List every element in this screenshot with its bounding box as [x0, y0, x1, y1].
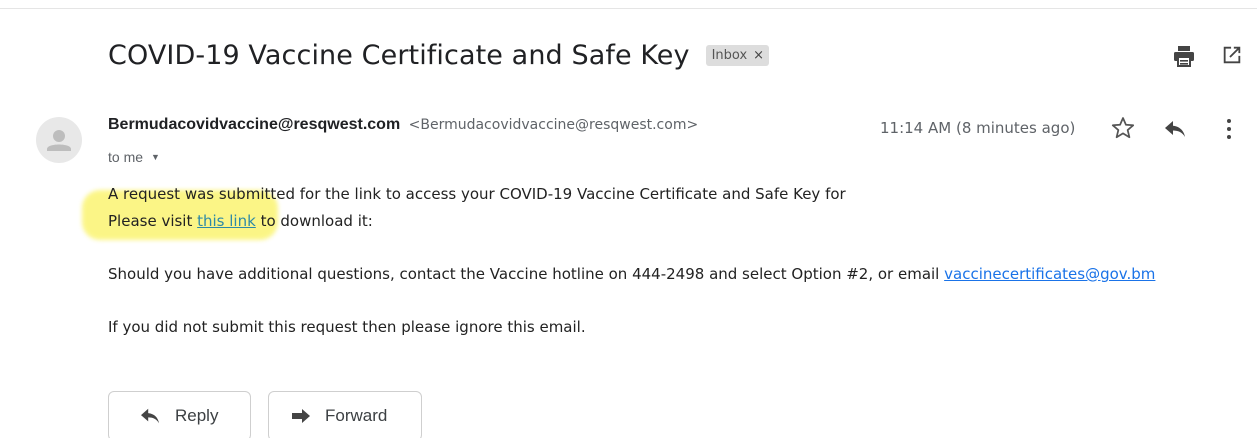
print-icon[interactable]	[1172, 44, 1196, 68]
forward-button-label: Forward	[325, 406, 388, 425]
contact-email-link[interactable]: vaccinecertificates@gov.bm	[944, 265, 1155, 283]
body-line-4: If you did not submit this request then …	[108, 318, 586, 336]
more-vertical-icon[interactable]	[1225, 117, 1233, 141]
sender-line: Bermudacovidvaccine@resqwest.com <Bermud…	[108, 116, 698, 134]
email-view: COVID-19 Vaccine Certificate and Safe Ke…	[0, 0, 1257, 438]
inbox-label-chip[interactable]: Inbox ×	[705, 45, 770, 66]
body-line-3: Should you have additional questions, co…	[108, 265, 1155, 283]
download-link[interactable]: this link	[197, 212, 256, 230]
body-line-2: Please visit this link to download it:	[108, 212, 373, 230]
forward-button[interactable]: Forward	[268, 391, 422, 438]
body-line-2-suffix: to download it:	[255, 212, 373, 230]
reply-button-label: Reply	[175, 406, 219, 425]
email-timestamp: 11:14 AM (8 minutes ago)	[880, 119, 1076, 137]
subject-row: COVID-19 Vaccine Certificate and Safe Ke…	[108, 40, 770, 71]
chevron-down-icon[interactable]: ▼	[151, 152, 160, 162]
body-line-3-prefix: Should you have additional questions, co…	[108, 265, 945, 283]
reply-icon[interactable]	[1163, 118, 1187, 140]
top-divider	[0, 8, 1257, 9]
sender-email: <Bermudacovidvaccine@resqwest.com>	[408, 117, 699, 133]
body-line-2-prefix: Please visit	[108, 212, 198, 230]
open-in-new-window-icon[interactable]	[1221, 44, 1243, 66]
recipient-text: to me	[108, 149, 144, 165]
remove-label-icon[interactable]: ×	[753, 48, 764, 63]
sender-avatar[interactable]	[36, 117, 82, 163]
body-line-1: A request was submitted for the link to …	[108, 185, 846, 203]
forward-icon	[292, 409, 310, 423]
label-text: Inbox	[711, 48, 748, 63]
recipient-line[interactable]: to me ▼	[108, 149, 160, 165]
sender-name[interactable]: Bermudacovidvaccine@resqwest.com	[108, 116, 400, 133]
person-avatar-icon	[47, 130, 71, 151]
reply-icon	[141, 408, 159, 424]
email-subject: COVID-19 Vaccine Certificate and Safe Ke…	[108, 40, 690, 71]
reply-button[interactable]: Reply	[108, 391, 251, 438]
star-icon[interactable]	[1110, 115, 1136, 141]
